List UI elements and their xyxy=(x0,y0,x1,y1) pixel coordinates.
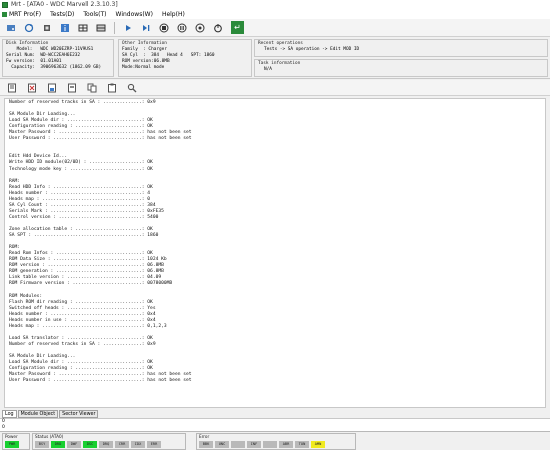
exit-icon[interactable]: ↵ xyxy=(231,21,244,34)
main-toolbar: ↵ xyxy=(0,19,550,37)
loop-icon[interactable] xyxy=(193,21,206,34)
led-indicator: ERR xyxy=(147,441,161,448)
menu-bar: MRT Pro(F) Tests(D) Tools(T) Windows(W) … xyxy=(0,9,550,19)
error-label: Error xyxy=(199,434,210,439)
error-group: Error BBK UNC INF ABR TON AMN xyxy=(196,433,356,450)
power-group: Power PWR xyxy=(2,433,30,450)
window-title: Mrt - [ATA0 - WDC Marvell 2.3.10.3] xyxy=(11,1,118,8)
task-text: N/A xyxy=(264,67,272,72)
skip-icon[interactable] xyxy=(139,21,152,34)
find-icon[interactable] xyxy=(126,82,137,93)
app-icon xyxy=(2,1,8,8)
open-icon[interactable] xyxy=(6,82,17,93)
lower-panel-value: 0 xyxy=(2,425,5,430)
led-indicator: CRR xyxy=(115,441,129,448)
chip-icon[interactable] xyxy=(40,21,53,34)
pause-icon[interactable] xyxy=(175,21,188,34)
led-indicator: DRD xyxy=(51,441,65,448)
tab-module-object[interactable]: Module Object xyxy=(17,410,59,418)
menu-label: Tools(T) xyxy=(83,10,107,18)
refresh-icon[interactable] xyxy=(22,21,35,34)
toolbar-separator xyxy=(114,21,115,34)
led-indicator: ABR xyxy=(279,441,293,448)
lower-panel-value: 0 xyxy=(2,419,5,424)
grid-icon[interactable] xyxy=(76,21,89,34)
bottom-tabs: Log Module Object Sector Viewer xyxy=(2,410,99,418)
lower-output-panel: 0 0 xyxy=(0,418,550,431)
status-bar: Power PWR Status (ATA0) BSY DRD DWF DSC DRQ C… xyxy=(0,431,550,450)
menu-tests[interactable]: Tests(D) xyxy=(50,11,74,18)
menu-windows[interactable]: Windows(W) xyxy=(116,11,153,18)
led-indicator: DSC xyxy=(83,441,97,448)
clipboard-icon[interactable] xyxy=(106,82,117,93)
recent-operations-box: Recent operations Tests -> SA operation … xyxy=(254,39,548,57)
power-label: Power xyxy=(5,434,18,439)
led-indicator: DWF xyxy=(67,441,81,448)
clear-icon[interactable] xyxy=(26,82,37,93)
menu-tools[interactable]: Tools(T) xyxy=(83,11,106,18)
menu-help[interactable]: Help(H) xyxy=(162,11,185,18)
led-indicator xyxy=(231,441,245,448)
other-info-mode: Mode:Normal mode xyxy=(122,65,165,70)
log-output[interactable]: Number of reserved tracks in SA : ......… xyxy=(4,98,546,408)
led-indicator: BSY xyxy=(35,441,49,448)
disk-information-box: Disk Information Model: WDC WD20EZRP-11V… xyxy=(2,39,114,77)
info-panel: Disk Information Model: WDC WD20EZRP-11V… xyxy=(0,37,550,79)
status-label: Status (ATA0) xyxy=(35,434,64,439)
led-indicator: UNC xyxy=(215,441,229,448)
led-indicator xyxy=(263,441,277,448)
stop-icon[interactable] xyxy=(157,21,170,34)
led-indicator: PWR xyxy=(5,441,19,448)
mrt-icon xyxy=(2,11,7,17)
power-leds: PWR xyxy=(5,441,21,448)
menu-label: Windows(W) xyxy=(115,10,153,18)
grid2-icon[interactable] xyxy=(94,21,107,34)
status-group: Status (ATA0) BSY DRD DWF DSC DRQ CRR IDX ERR xyxy=(32,433,186,450)
play-icon[interactable] xyxy=(121,21,134,34)
save-icon[interactable] xyxy=(46,82,57,93)
led-indicator: BBK xyxy=(199,441,213,448)
led-indicator: DRQ xyxy=(99,441,113,448)
other-information-box: Other Information Family : Charger SA Cy… xyxy=(118,39,252,77)
menu-label: MRT Pro(F) xyxy=(9,10,42,18)
log-toolbar xyxy=(0,80,550,96)
error-leds: BBK UNC INF ABR TON AMN xyxy=(199,441,327,448)
tab-sector-viewer[interactable]: Sector Viewer xyxy=(59,410,99,418)
print-icon[interactable] xyxy=(66,82,77,93)
copy-icon[interactable] xyxy=(86,82,97,93)
recent-operation-text: Tests -> SA operation -> Edit MOD ID xyxy=(264,47,360,52)
led-indicator: INF xyxy=(247,441,261,448)
info-icon[interactable] xyxy=(58,21,71,34)
menu-mrt-pro[interactable]: MRT Pro(F) xyxy=(2,11,41,18)
disk-info-capacity: Capacity: 3906963632 (1862.09 GB) xyxy=(6,65,102,70)
log-line: User Password : ........................… xyxy=(9,378,192,384)
led-indicator: TON xyxy=(295,441,309,448)
window-titlebar: Mrt - [ATA0 - WDC Marvell 2.3.10.3] xyxy=(0,0,550,9)
power-icon[interactable] xyxy=(211,21,224,34)
tab-log[interactable]: Log xyxy=(2,410,17,418)
menu-label: Help(H) xyxy=(161,10,185,18)
status-leds: BSY DRD DWF DSC DRQ CRR IDX ERR xyxy=(35,441,163,448)
task-information-box: Task information N/A xyxy=(254,59,548,77)
led-indicator: AMN xyxy=(311,441,325,448)
menu-label: Tests(D) xyxy=(50,10,75,18)
disk-icon[interactable] xyxy=(4,21,17,34)
led-indicator: IDX xyxy=(131,441,145,448)
